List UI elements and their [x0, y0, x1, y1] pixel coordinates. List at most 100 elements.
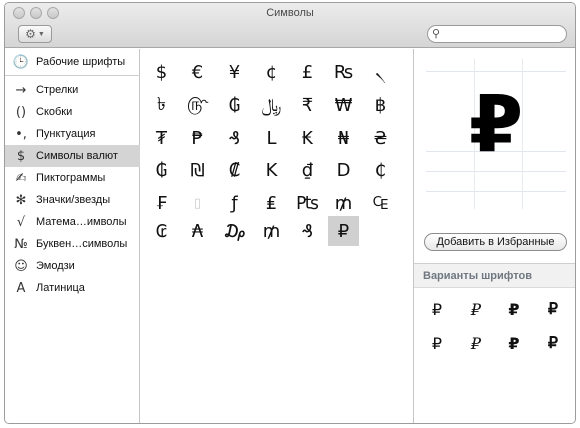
sqrt-icon: √ — [16, 214, 26, 230]
character-cell[interactable]: ₳ — [182, 216, 213, 246]
character-cell[interactable]: ௹ — [182, 90, 213, 120]
character-cell[interactable]: ₹ — [292, 90, 323, 120]
font-variant-cell[interactable]: ₽ — [499, 329, 529, 357]
sidebar-item-label: Матема…имволы — [36, 216, 127, 228]
add-to-favorites-button[interactable]: Добавить в Избранные — [424, 233, 567, 251]
chevron-down-icon: ▼ — [37, 30, 45, 38]
character-cell[interactable]: ₨ — [328, 57, 359, 87]
font-variant-cell[interactable]: ₽ — [538, 295, 568, 323]
character-cell[interactable]: £ — [292, 57, 323, 87]
character-cell[interactable]: ₠ — [365, 188, 396, 218]
sidebar-item[interactable]: № Буквен…символы — [5, 233, 140, 255]
sidebar-item-label: Буквен…символы — [36, 238, 128, 250]
character-cell[interactable]: K — [256, 155, 287, 185]
characters-window: Символы ⚙ ▼ ⚲ 🕒 Рабочие шрифты → Стрелки () С… — [4, 2, 576, 424]
character-cell[interactable]: ▯ — [182, 188, 213, 218]
character-cell[interactable]: ₲ — [146, 155, 177, 185]
search-icon: ⚲ — [432, 28, 441, 40]
character-cell[interactable]: ₭ — [292, 123, 323, 153]
sidebar-item-label: Символы валют — [36, 150, 118, 162]
character-cell[interactable]: ₽ — [328, 216, 359, 246]
sidebar-item-label: Значки/звезды — [36, 194, 111, 206]
character-cell[interactable]: ৲ — [365, 57, 396, 87]
font-variants-header: Варианты шрифтов — [414, 264, 575, 288]
character-cell[interactable]: ₮ — [146, 123, 177, 153]
character-grid: $ € ¥ ¢ £ ₨ ৲ ৳ ௹ ₲ ﷼ ₹ ₩ ฿ ₮ ₱ ₰ L ₭ ₦ ₴ ₲ ₪ ₡ K ₫ D ₵ ₣ ▯ ƒ ₤ ₧ ₥ ₠ ₢ ₳ ₯ ₥ ₰… — [141, 49, 412, 423]
asterisk-icon: ✻ — [15, 192, 27, 208]
sidebar-item[interactable]: ✍ Пиктограммы — [5, 167, 140, 189]
sidebar-item[interactable]: ✻ Значки/звезды — [5, 189, 140, 211]
font-variant-cell[interactable]: ₽ — [422, 329, 452, 357]
character-cell[interactable]: ₯ — [219, 216, 250, 246]
gear-icon: ⚙ — [25, 27, 36, 41]
character-cell[interactable]: ₣ — [146, 188, 177, 218]
font-variant-cell[interactable]: ₽ — [422, 295, 452, 323]
sidebar-item[interactable]: () Скобки — [5, 101, 140, 123]
character-cell[interactable]: ₩ — [328, 90, 359, 120]
sidebar-item[interactable]: → Стрелки — [5, 79, 140, 101]
title-bar: Символы ⚙ ▼ ⚲ — [5, 3, 575, 48]
sidebar-item[interactable]: $ Символы валют — [5, 145, 140, 167]
sidebar-item[interactable]: √ Матема…имволы — [5, 211, 140, 233]
character-cell[interactable]: ฿ — [365, 90, 396, 120]
font-variant-cell[interactable]: ₽ — [461, 329, 491, 357]
character-cell[interactable]: ৳ — [146, 90, 177, 120]
search-field[interactable]: ⚲ — [427, 25, 567, 43]
character-cell[interactable]: ₤ — [256, 188, 287, 218]
character-cell[interactable]: $ — [146, 57, 177, 87]
character-cell[interactable]: ₢ — [146, 216, 177, 246]
character-cell[interactable]: ₫ — [292, 155, 323, 185]
character-preview: ₽ — [426, 59, 566, 209]
character-cell[interactable]: ₰ — [219, 123, 250, 153]
window-title: Символы — [266, 7, 314, 19]
search-input[interactable] — [444, 27, 562, 41]
font-variants-title: Варианты шрифтов — [423, 270, 532, 282]
sidebar-item[interactable]: •, Пунктуация — [5, 123, 140, 145]
character-cell[interactable]: ₰ — [292, 216, 323, 246]
character-cell[interactable]: ₲ — [219, 90, 250, 120]
sidebar-item-label: Пунктуация — [36, 128, 96, 140]
character-cell[interactable]: ƒ — [219, 188, 250, 218]
character-cell[interactable]: ₪ — [182, 155, 213, 185]
character-cell[interactable]: ₥ — [328, 188, 359, 218]
sidebar-item-label: Скобки — [36, 106, 73, 118]
sidebar-item[interactable]: ☺ Эмодзи — [5, 255, 140, 277]
action-menu-button[interactable]: ⚙ ▼ — [18, 25, 52, 43]
character-cell[interactable]: L — [256, 123, 287, 153]
sidebar-item-label: Пиктограммы — [36, 172, 106, 184]
sidebar-divider — [5, 75, 140, 76]
font-variant-cell[interactable]: ₽ — [499, 295, 529, 323]
dollar-icon: $ — [16, 148, 26, 164]
sidebar-item[interactable]: 🕒 Рабочие шрифты — [5, 51, 140, 73]
numero-icon: № — [14, 236, 28, 252]
character-cell[interactable]: ₱ — [182, 123, 213, 153]
character-cell[interactable]: ¥ — [219, 57, 250, 87]
character-cell[interactable]: ₧ — [292, 188, 323, 218]
arrow-icon: → — [15, 82, 27, 98]
sidebar-item-label: Рабочие шрифты — [36, 56, 126, 68]
font-variant-cell[interactable]: ₽ — [538, 329, 568, 357]
character-cell[interactable]: ﷼ — [256, 90, 287, 120]
parentheses-icon: () — [15, 104, 27, 120]
character-cell[interactable]: ₴ — [365, 123, 396, 153]
character-cell[interactable]: D — [328, 155, 359, 185]
character-cell[interactable]: ₵ — [365, 155, 396, 185]
character-cell[interactable]: ₥ — [256, 216, 287, 246]
character-cell[interactable]: ₡ — [219, 155, 250, 185]
sidebar-item[interactable]: A Латиница — [5, 277, 140, 299]
sidebar-item-label: Латиница — [36, 282, 85, 294]
punctuation-icon: •, — [15, 126, 27, 142]
character-cell[interactable]: ¢ — [256, 57, 287, 87]
pencil-icon: ✍ — [15, 170, 27, 186]
detail-panel: ₽ Добавить в Избранные Варианты шрифтов … — [413, 49, 575, 423]
latin-a-icon: A — [16, 280, 26, 296]
category-sidebar: 🕒 Рабочие шрифты → Стрелки () Скобки •, Пунктуа… — [5, 49, 140, 423]
character-cell[interactable]: € — [182, 57, 213, 87]
font-variant-cell[interactable]: ₽ — [461, 295, 491, 323]
sidebar-item-label: Эмодзи — [36, 260, 75, 272]
sidebar-item-label: Стрелки — [36, 84, 79, 96]
preview-glyph: ₽ — [468, 80, 524, 170]
clock-icon: 🕒 — [12, 54, 30, 70]
smiley-icon: ☺ — [14, 258, 28, 274]
character-cell[interactable]: ₦ — [328, 123, 359, 153]
